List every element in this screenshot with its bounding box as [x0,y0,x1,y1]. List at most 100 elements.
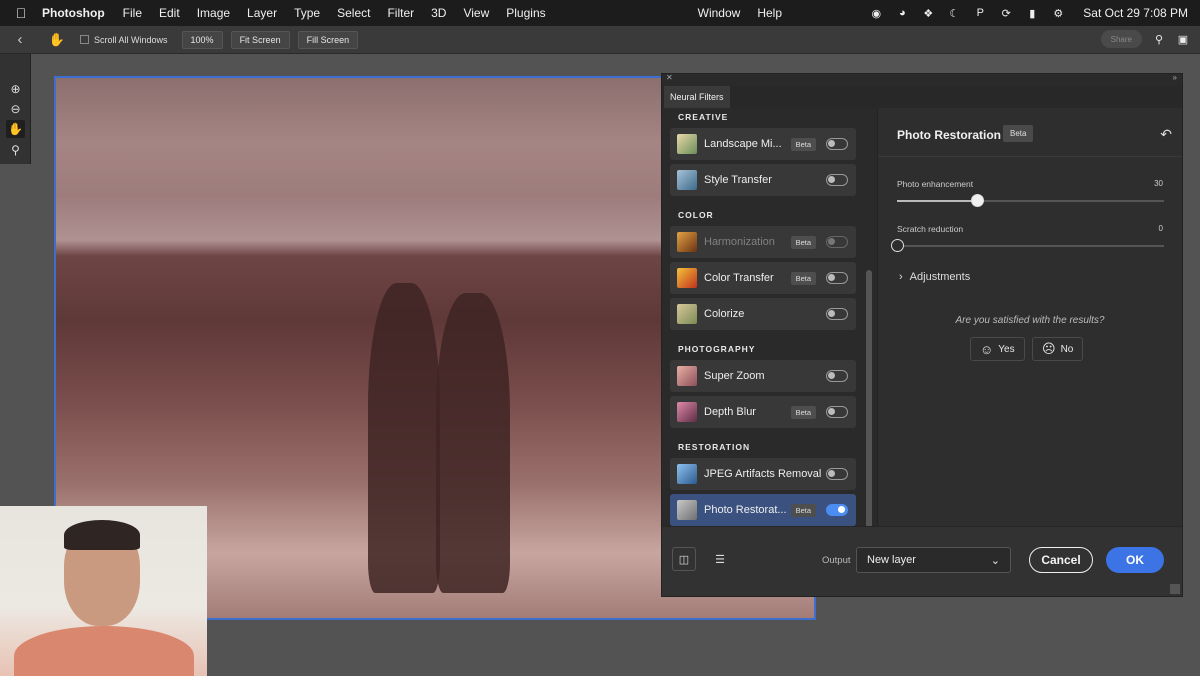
menu-image[interactable]: Image [197,6,230,20]
resize-grip[interactable] [1170,584,1180,594]
section-creative: CREATIVE [678,112,729,122]
toggle-super-zoom[interactable] [826,370,848,382]
cancel-button[interactable]: Cancel [1029,547,1093,573]
colorize-thumb-icon [677,304,697,324]
section-color: COLOR [678,210,714,220]
clock[interactable]: Sat Oct 29 7:08 PM [1083,6,1188,20]
feedback-no-button[interactable]: ☹ No [1032,337,1084,361]
photo-enhancement-knob[interactable] [971,194,985,207]
chevron-down-icon: ⌄ [990,554,1000,567]
toggle-photo-restoration[interactable] [826,504,848,516]
scroll-all-windows-checkbox[interactable] [80,35,89,44]
filter-list: CREATIVE Landscape Mi... Beta Style Tran… [662,108,877,558]
menu-app-name[interactable]: Photoshop [42,6,105,20]
filter-title: Photo Restoration [897,128,1001,142]
tab-neural-filters[interactable]: Neural Filters [664,86,730,108]
close-icon[interactable]: ✕ [666,73,673,82]
toggle-landscape-mixer[interactable] [826,138,848,150]
menu-select[interactable]: Select [337,6,370,20]
screen-record-icon[interactable]: ◉ [869,7,883,20]
dropbox-icon[interactable]: ❖ [921,7,935,20]
scratch-reduction-knob[interactable] [891,239,904,252]
menu-3d[interactable]: 3D [431,6,446,20]
toggle-color-transfer[interactable] [826,272,848,284]
workspace-icon[interactable]: ▣ [1176,33,1190,46]
scratch-reduction-value[interactable]: 0 [1159,224,1163,233]
menu-edit[interactable]: Edit [159,6,180,20]
fill-screen-button[interactable]: Fill Screen [297,30,359,49]
menu-file[interactable]: File [123,6,142,20]
menu-bar:  Photoshop File Edit Image Layer Type S… [0,0,1200,26]
menu-type[interactable]: Type [294,6,320,20]
share-button[interactable]: Share [1100,30,1142,48]
output-label: Output [822,555,851,566]
filter-super-zoom[interactable]: Super Zoom [670,360,856,392]
filter-harmonization[interactable]: Harmonization Beta [670,226,856,258]
filter-beta-badge: Beta [1003,125,1034,142]
photo-enhancement-value[interactable]: 30 [1154,179,1163,188]
feedback-yes-button[interactable]: ☺ Yes [970,337,1025,361]
collapse-icon[interactable]: » [1173,73,1177,82]
toggle-depth-blur[interactable] [826,406,848,418]
super-zoom-thumb-icon [677,366,697,386]
color-transfer-thumb-icon [677,268,697,288]
chevron-right-icon: › [899,271,903,283]
refresh-app-icon[interactable]: ⟳ [999,7,1013,20]
smile-icon: ☺ [980,341,994,357]
zoom-100-button[interactable]: 100% [181,30,223,49]
ok-button[interactable]: OK [1106,547,1164,573]
menu-view[interactable]: View [463,6,489,20]
photo-enhancement-slider[interactable] [897,194,1164,207]
chevron-left-icon[interactable]: ‹ [0,31,40,48]
filter-colorize[interactable]: Colorize [670,298,856,330]
depth-blur-thumb-icon [677,402,697,422]
filter-landscape-mixer[interactable]: Landscape Mi... Beta [670,128,856,160]
layers-preview-icon[interactable]: ☰ [708,547,732,571]
output-select[interactable]: New layer ⌄ [856,547,1011,573]
filter-list-scrollbar[interactable] [866,270,872,558]
adjustments-disclosure[interactable]: › Adjustments [899,271,970,283]
creative-cloud-icon[interactable]: ◕ [895,7,909,19]
moon-icon[interactable]: ☾ [947,7,961,20]
fit-screen-button[interactable]: Fit Screen [230,30,290,49]
split-view-icon[interactable]: ◫ [672,547,696,571]
menu-help[interactable]: Help [757,6,782,20]
filter-color-transfer[interactable]: Color Transfer Beta [670,262,856,294]
p-app-icon[interactable]: P [973,7,987,19]
menu-filter[interactable]: Filter [387,6,414,20]
zoom-out-icon[interactable]: ⊖ [6,100,25,118]
control-center-icon[interactable]: ⚙ [1051,7,1065,20]
webcam-overlay [0,506,207,676]
scroll-all-windows-label: Scroll All Windows [94,34,168,45]
zoom-tool-icon[interactable]: ⚲ [6,141,25,159]
section-restoration: RESTORATION [678,442,751,452]
filter-style-transfer[interactable]: Style Transfer [670,164,856,196]
menu-layer[interactable]: Layer [247,6,277,20]
harmonization-thumb-icon [677,232,697,252]
photo-figure-right [436,293,510,593]
battery-icon[interactable]: ▮ [1025,7,1039,20]
filter-depth-blur[interactable]: Depth Blur Beta [670,396,856,428]
filter-photo-restoration[interactable]: Photo Restorat... Beta [670,494,856,526]
toggle-harmonization[interactable] [826,236,848,248]
apple-icon[interactable]:  [0,5,42,21]
options-bar: ‹ ✋ Scroll All Windows 100% Fit Screen F… [0,26,1200,54]
menu-plugins[interactable]: Plugins [506,6,545,20]
zoom-in-icon[interactable]: ⊕ [6,80,25,98]
toolbox: ⊕ ⊖ ✋ ⚲ [0,54,31,164]
search-icon[interactable]: ⚲ [1152,33,1166,46]
filter-jpeg-artifacts-removal[interactable]: JPEG Artifacts Removal [670,458,856,490]
scratch-reduction-slider[interactable] [891,239,1164,252]
status-icons: ◉ ◕ ❖ ☾ P ⟳ ▮ ⚙ Sat Oct 29 7:08 PM [869,0,1188,26]
neural-filters-panel: ✕ » Neural Filters CREATIVE Landscape Mi… [661,73,1183,597]
menu-window[interactable]: Window [698,6,741,20]
reset-icon[interactable]: ↶ [1160,126,1172,143]
toggle-colorize[interactable] [826,308,848,320]
toggle-style-transfer[interactable] [826,174,848,186]
filter-settings: Photo Restoration Beta ↶ Photo enhanceme… [878,108,1182,526]
hand-tool-icon[interactable]: ✋ [40,32,74,48]
style-transfer-thumb-icon [677,170,697,190]
section-photography: PHOTOGRAPHY [678,344,756,354]
hand-tool-icon[interactable]: ✋ [6,120,25,138]
toggle-jpeg-artifacts-removal[interactable] [826,468,848,480]
